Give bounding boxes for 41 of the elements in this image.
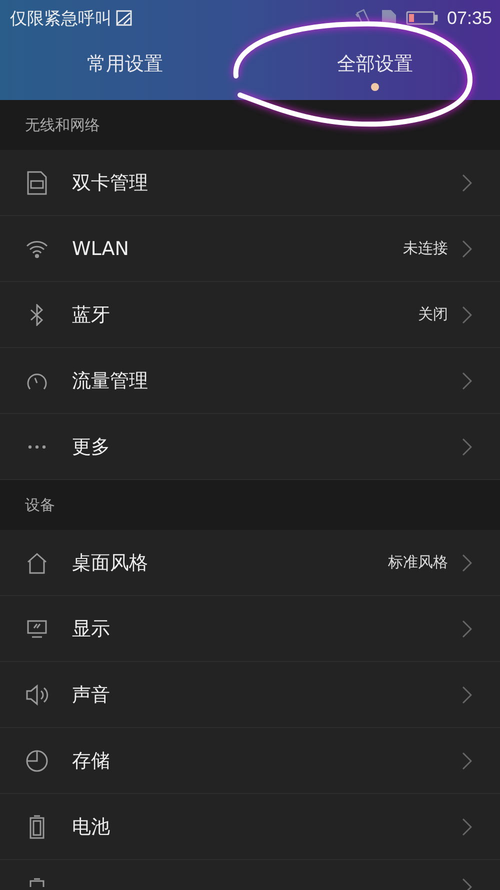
pie-chart-icon [25,748,49,772]
chevron-icon [462,372,472,390]
row-label: 显示 [72,616,111,642]
row-value: 关闭 [418,305,448,324]
section-header: 无线和网络 [25,116,100,134]
home-icon [26,552,48,574]
row-label: 蓝牙 [72,302,111,328]
row-label: 桌面风格 [72,550,149,576]
chevron-icon [462,554,472,572]
row-label: 电池 [72,814,111,840]
battery-icon [29,814,45,838]
row-label: 流量管理 [72,368,149,394]
battery-icon [406,10,438,26]
section-header: 设备 [25,496,55,514]
chevron-icon [462,620,472,638]
chevron-icon [462,818,472,836]
tab[interactable]: 全部设置 [250,36,500,100]
clock-time: 07:35 [446,8,492,28]
sim-card-icon [26,170,48,194]
row-label: 声音 [72,682,111,708]
row-label: 存储 [72,748,111,774]
chevron-icon [462,306,472,324]
row-label: 更多 [72,434,111,460]
chevron-icon [462,438,472,456]
image-icon [116,10,132,26]
row-label: WLAN [72,238,130,260]
carrier-text: 仅限紧急呼叫 [10,8,112,30]
speaker-icon [25,684,49,706]
wifi-icon [25,240,49,258]
chevron-icon [462,686,472,704]
row-value: 未连接 [403,239,448,258]
chevron-icon [462,752,472,770]
chevron-icon [462,174,472,192]
row-value: 标准风格 [388,553,448,572]
gauge-icon [26,370,48,390]
monitor-icon [26,618,48,638]
chevron-icon [462,240,472,258]
row-label: 双卡管理 [72,170,149,196]
bluetooth-icon [29,304,45,326]
more-icon [27,444,47,448]
tab[interactable]: 常用设置 [0,36,250,100]
